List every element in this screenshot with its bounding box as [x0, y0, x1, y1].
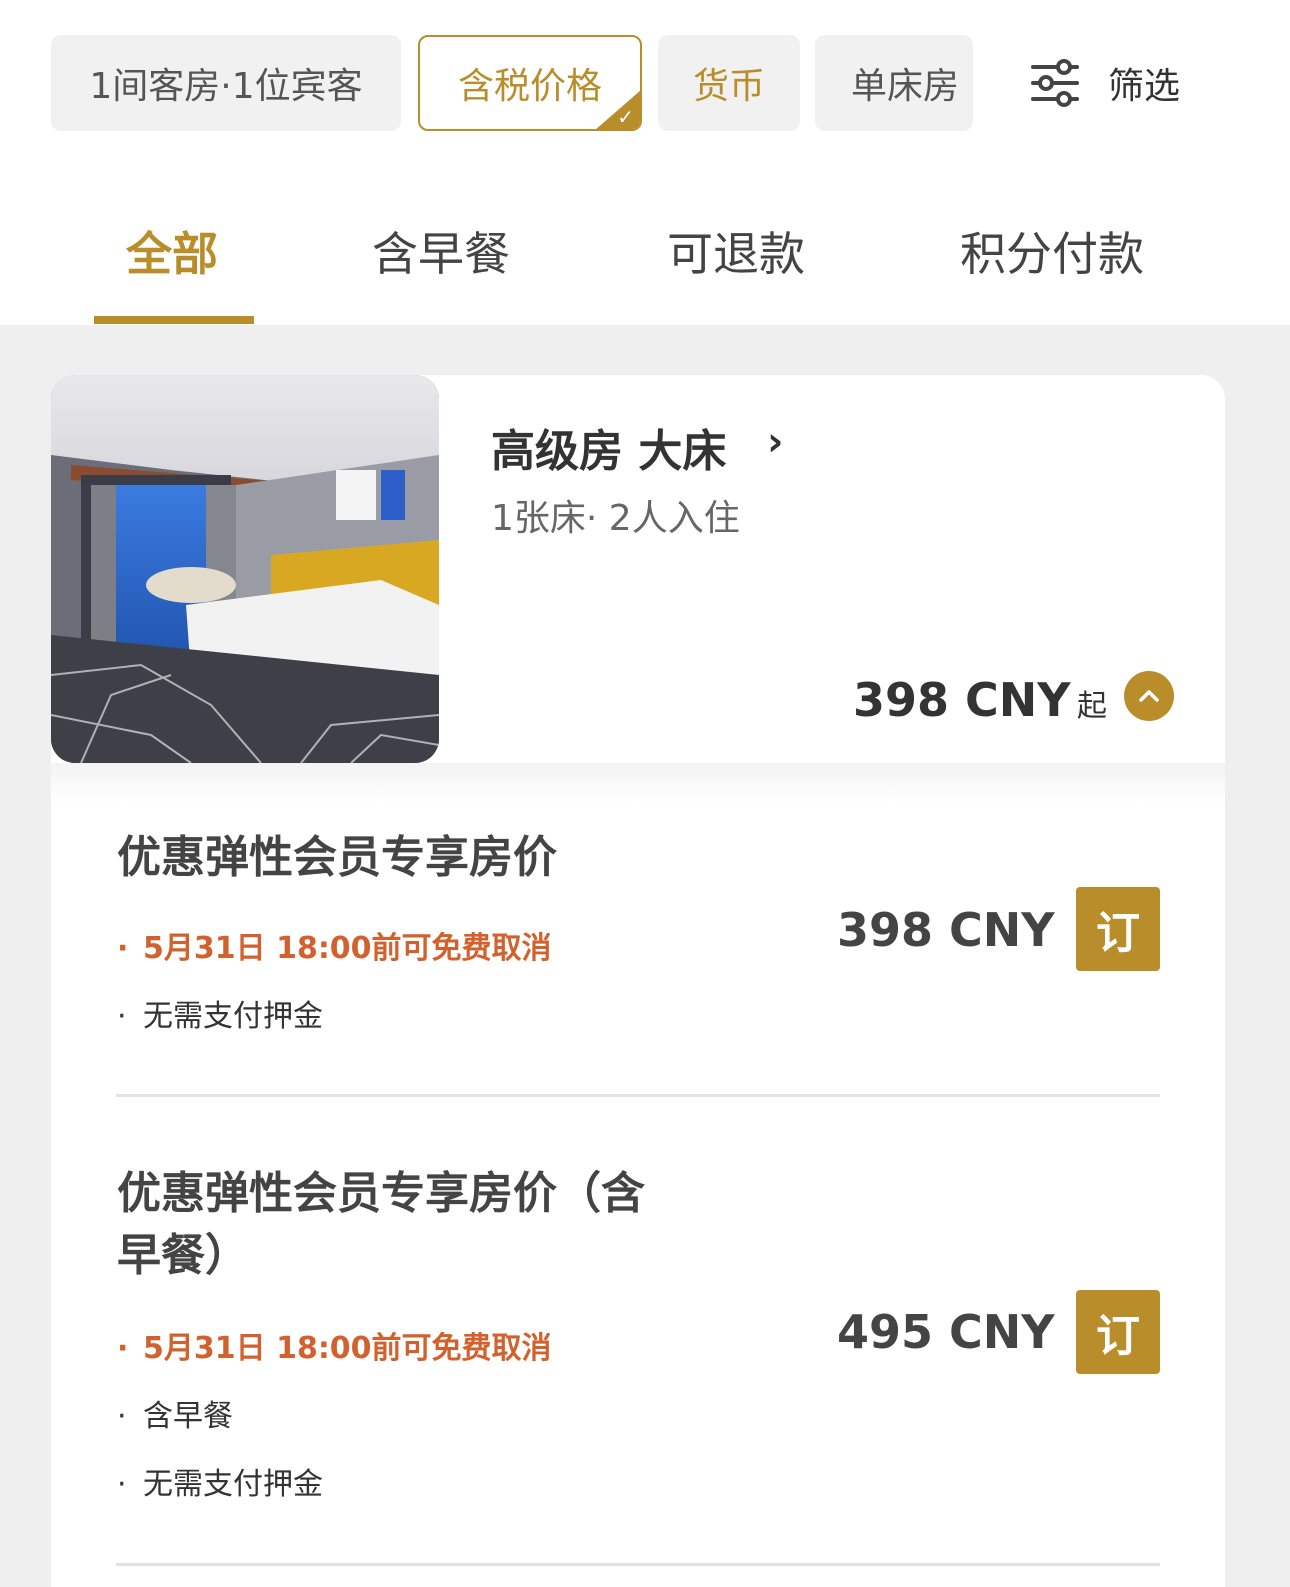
cancel-policy: · 5月31日 18:00前可免费取消 [117, 931, 552, 966]
tab-all[interactable]: 全部 [126, 218, 218, 284]
rate-name: 优惠弹性会员专享房价（含 早餐） [117, 1163, 645, 1287]
filter-bar: 1间客房·1位宾客 含税价格 ✓ 货币 单床房 筛选 [0, 0, 1290, 170]
collapse-button[interactable] [1124, 671, 1174, 721]
rate-name: 优惠弹性会员专享房价 [117, 832, 557, 883]
rate-note: · 无需支付押金 [117, 999, 323, 1034]
cancel-policy-text: 5月31日 18:00前可免费取消 [143, 1331, 552, 1366]
book-button[interactable]: 订 [1076, 1290, 1160, 1374]
room-photo[interactable] [51, 375, 439, 763]
rate-note-text: 含早餐 [143, 1399, 233, 1434]
tab-refundable[interactable]: 可退款 [667, 218, 805, 284]
room-details: 1张床· 2人入住 [491, 498, 740, 539]
rate-note-text: 无需支付押金 [143, 999, 323, 1034]
tax-price-chip[interactable]: 含税价格 ✓ [418, 35, 642, 131]
bed-type-chip[interactable]: 单床房 [815, 35, 973, 131]
filter-label: 筛选 [1108, 66, 1181, 107]
rate-note: · 含早餐 [117, 1399, 233, 1434]
tab-points[interactable]: 积分付款 [960, 218, 1144, 284]
from-price: 398 CNY [853, 673, 1071, 727]
rate-divider [116, 1094, 1160, 1097]
tab-breakfast[interactable]: 含早餐 [372, 218, 510, 284]
chevron-up-icon [1139, 690, 1159, 702]
rate-divider [116, 1563, 1160, 1566]
room-list: 高级房 大床 › 1张床· 2人入住 398 CNY 起 优惠弹性会员专享房价 … [0, 325, 1290, 1587]
cancel-policy: · 5月31日 18:00前可免费取消 [117, 1331, 552, 1366]
cancel-policy-text: 5月31日 18:00前可免费取消 [143, 931, 552, 966]
tax-price-label: 含税价格 [457, 66, 602, 107]
bed-type-label: 单床房 [851, 66, 960, 107]
room-card: 高级房 大床 › 1张床· 2人入住 398 CNY 起 优惠弹性会员专享房价 … [51, 375, 1225, 1587]
chevron-right-icon[interactable]: › [767, 419, 783, 465]
rate-note-text: 无需支付押金 [143, 1467, 323, 1502]
rooms-guests-label: 1间客房·1位宾客 [89, 66, 363, 107]
rate-price: 495 CNY [837, 1305, 1055, 1359]
check-icon: ✓ [617, 105, 634, 129]
room-name[interactable]: 高级房 大床 [491, 415, 726, 479]
rate-name-line: 早餐） [117, 1230, 249, 1281]
rate-price: 398 CNY [837, 903, 1055, 957]
filter-button[interactable]: 筛选 [1030, 35, 1180, 131]
rooms-guests-chip[interactable]: 1间客房·1位宾客 [51, 35, 401, 131]
rate-tabs: 全部 含早餐 可退款 积分付款 [0, 170, 1290, 325]
from-suffix: 起 [1077, 689, 1107, 724]
rate-note: · 无需支付押金 [117, 1467, 323, 1502]
book-button[interactable]: 订 [1076, 887, 1160, 971]
active-tab-indicator [94, 316, 254, 324]
currency-chip[interactable]: 货币 [658, 35, 800, 131]
currency-label: 货币 [692, 66, 765, 107]
sliders-icon [1031, 59, 1079, 107]
rate-name-line: 优惠弹性会员专享房价（含 [117, 1168, 645, 1219]
rates-top-shadow [51, 763, 1225, 803]
